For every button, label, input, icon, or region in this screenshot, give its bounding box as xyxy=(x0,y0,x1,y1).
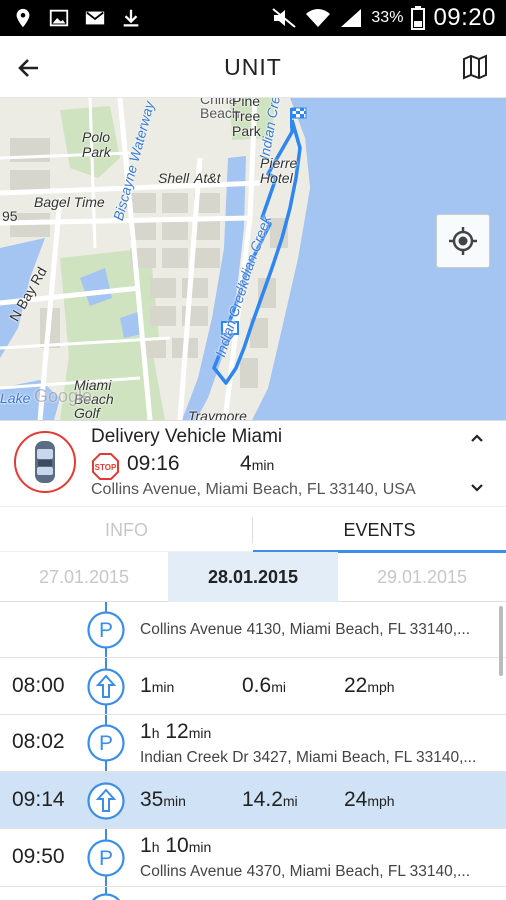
car-icon xyxy=(35,441,55,483)
page-title: UNIT xyxy=(224,54,282,80)
date-selector: 27.01.2015 28.01.2015 29.01.2015 xyxy=(0,552,506,602)
parking-icon: P xyxy=(87,611,125,649)
map-label: Bagel Time xyxy=(34,194,105,210)
date-next[interactable]: 29.01.2015 xyxy=(338,552,506,602)
download-icon xyxy=(123,9,139,27)
chevron-up-icon[interactable] xyxy=(468,429,486,447)
event-row-parking[interactable]: P Collins Avenue 4130, Miami Beach, FL 3… xyxy=(0,602,506,658)
event-row-trip-selected[interactable]: 09:14 35min 14.2mi 24mph xyxy=(0,772,506,829)
event-address: Indian Creek Dr 3427, Miami Beach, FL 33… xyxy=(140,749,477,766)
map-label: Google xyxy=(34,386,93,406)
location-pin-icon xyxy=(16,8,30,28)
parking-icon: P xyxy=(87,724,125,762)
event-time: 09:14 xyxy=(12,788,65,811)
trip-duration: 1min xyxy=(140,674,175,697)
mute-icon xyxy=(272,8,297,28)
map-label: Shell xyxy=(158,170,190,186)
scrollbar[interactable] xyxy=(499,606,503,676)
unit-address: Collins Avenue, Miami Beach, FL 33140, U… xyxy=(91,481,416,498)
unit-state-time: 09:16 xyxy=(127,452,180,475)
unit-summary[interactable]: Delivery Vehicle Miami STOP 09:16 4min C… xyxy=(0,420,506,506)
parking-duration: 1h 10min xyxy=(140,834,212,857)
map-label: Polo Park xyxy=(82,129,111,160)
battery-percent: 33% xyxy=(371,9,404,26)
trip-distance: 0.6mi xyxy=(242,674,286,697)
tab-info[interactable]: INFO xyxy=(0,507,253,553)
date-current[interactable]: 28.01.2015 xyxy=(168,552,338,602)
status-time: 09:20 xyxy=(433,4,496,31)
gmail-icon xyxy=(85,11,105,25)
signal-icon xyxy=(341,9,362,27)
event-row-trip[interactable]: 08:00 1min 0.6mi 22mph xyxy=(0,658,506,715)
battery-icon xyxy=(411,6,426,30)
event-address: Collins Avenue 4130, Miami Beach, FL 331… xyxy=(140,621,471,638)
unit-name: Delivery Vehicle Miami xyxy=(91,426,283,447)
trip-arrow-icon xyxy=(91,893,121,900)
map-label: At&t xyxy=(194,170,221,186)
trip-speed: 22mph xyxy=(344,674,395,697)
trip-arrow-icon xyxy=(87,782,125,820)
svg-text:P: P xyxy=(99,619,113,642)
unit-avatar xyxy=(14,431,76,493)
chevron-down-icon[interactable] xyxy=(468,479,486,497)
map-label: Lake xyxy=(0,390,31,406)
event-time: 09:50 xyxy=(12,845,65,868)
event-time: 08:02 xyxy=(12,730,65,753)
svg-text:STOP: STOP xyxy=(95,463,117,472)
crosshair-icon xyxy=(449,227,477,255)
svg-text:P: P xyxy=(99,847,113,870)
map-label: 95 xyxy=(2,208,18,224)
map-label: Traymore xyxy=(188,408,247,420)
wifi-icon xyxy=(306,9,331,27)
map-label: Pierre Hotel xyxy=(260,155,298,186)
event-row-parking[interactable]: 08:02 P 1h 12min Indian Creek Dr 3427, M… xyxy=(0,715,506,772)
event-time: 08:00 xyxy=(12,674,65,697)
trip-distance: 14.2mi xyxy=(242,788,298,811)
event-address: Collins Avenue 4370, Miami Beach, FL 331… xyxy=(140,863,471,880)
trip-speed: 24mph xyxy=(344,788,395,811)
parking-icon: P xyxy=(87,839,125,877)
map-label: Pine Tree Park xyxy=(232,98,261,139)
status-bar: 33% 09:20 xyxy=(0,0,506,36)
tab-bar: INFO EVENTS xyxy=(0,506,506,553)
trip-arrow-icon xyxy=(87,668,125,706)
map-view[interactable]: China Beach Pine Tree Park Indian Creek … xyxy=(0,98,506,420)
date-prev[interactable]: 27.01.2015 xyxy=(0,552,168,602)
trip-duration: 35min xyxy=(140,788,186,811)
events-list[interactable]: P Collins Avenue 4130, Miami Beach, FL 3… xyxy=(0,602,506,900)
stop-sign-icon: STOP xyxy=(92,453,119,480)
svg-text:P: P xyxy=(99,732,113,755)
my-location-button[interactable] xyxy=(436,214,490,268)
app-bar: UNIT xyxy=(0,36,506,98)
parking-duration: 1h 12min xyxy=(140,720,212,743)
tab-events[interactable]: EVENTS xyxy=(253,507,506,553)
event-row-parking[interactable]: 09:50 P 1h 10min Collins Avenue 4370, Mi… xyxy=(0,829,506,887)
unit-state-duration: 4min xyxy=(240,452,275,475)
gallery-icon xyxy=(49,9,69,27)
map-icon[interactable] xyxy=(462,54,488,80)
